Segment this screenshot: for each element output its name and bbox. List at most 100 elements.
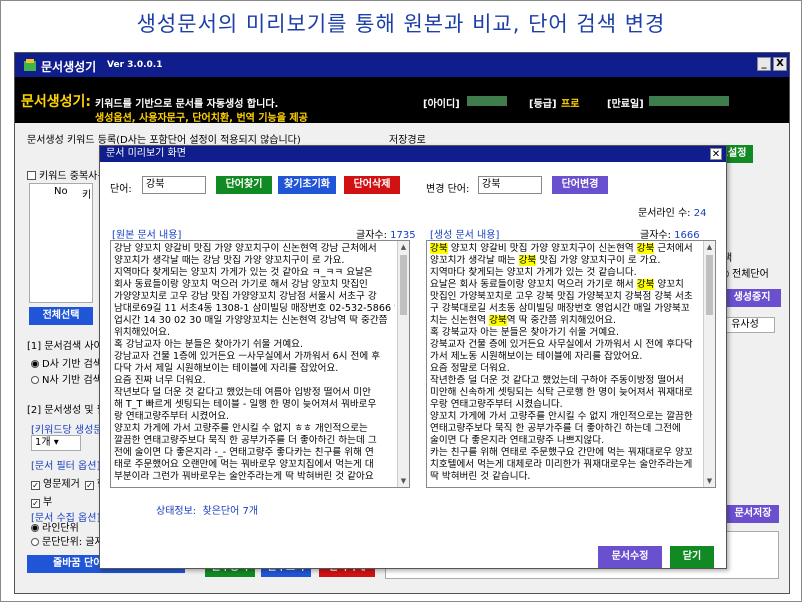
gen-text-line: 요날은 회사 동료들이랑 양꼬치 먹으러 가기로 해서 강북 양꼬치 xyxy=(430,279,701,291)
gen-text-segment: 양꼬치 양갈비 맛집 가양 양꼬치구이 신논현역 xyxy=(447,243,637,254)
gen-text-segment: 맛집 가양 양꼬치구이 로 가요. xyxy=(536,255,661,266)
word-label: 단어: xyxy=(110,184,132,195)
app-name: 문서생성기 xyxy=(41,60,97,74)
gen-text-segment: 치호텔에서 먹는게 대체로라 미리한가 꿔재대로우는 술안주라는게 xyxy=(430,459,693,470)
gen-text-line: 연태고량주보다 묵직 한 공부가주를 더 좋아하긴 하는데 그전에 xyxy=(430,423,701,435)
eng-remove-check[interactable]: ✓ 영문제거 xyxy=(31,475,80,490)
status-info: 상태정보: 찾은단어 7개 xyxy=(156,506,259,517)
find-word-button[interactable]: 단어찾기 xyxy=(216,176,272,194)
app-version: Ver 3.0.0.1 xyxy=(107,60,163,70)
dialog-title: 문서 미리보기 화면 xyxy=(100,146,726,162)
orig-text-line: 가양양꼬치로 고우 강남 맛집 가양양꼬치 강남점 서울시 서초구 강 xyxy=(114,291,377,302)
edit-doc-button[interactable]: 문서수정 xyxy=(598,546,662,568)
gen-text-segment: 가서 제노동 시원해보이는 테이블에 자리를 잡았어요. xyxy=(430,351,643,362)
expiry-value-redacted xyxy=(649,96,729,106)
orig-text-line: 양꼬치가 생각날 때는 강남 맛집 가양 양꼬치구이 로 가요. xyxy=(114,255,345,266)
app-logo-icon xyxy=(24,59,36,71)
orig-text-line: 회사 동료들이랑 양꼬치 먹으러 가기로 해서 강남 양꼬치 맛집인 xyxy=(114,279,368,290)
doc-lines-count: 문서라인 수: 24 xyxy=(638,208,707,219)
gen-text-line: 혹 강북교자 아는 분들은 찾아가기 쉬울 거예요. xyxy=(430,327,701,339)
title-bar: 문서생성기 Ver 3.0.0.1 _ X xyxy=(15,53,789,77)
kw-register-label: 문서생성 키워드 등록(D사는 포함단어 설정이 적용되지 않습니다) xyxy=(27,135,301,146)
orig-text-line: 양꼬치 가게에 가서 고량주를 안시킬 수 없지 ㅎㅎ 개인적으로는 xyxy=(114,423,368,434)
highlighted-word: 강북 xyxy=(518,255,537,266)
grade-label: [등급] xyxy=(529,99,557,110)
d-base-radio[interactable]: D사 기반 검색 xyxy=(31,355,102,370)
gen-text-line: 우랑 연태고량주부터 시켰습니다. xyxy=(430,399,701,411)
gen-text-segment: 맛집인 가양북꼬치로 고우 강북 맛집 가양북꼬치 강북점 강북 서초 xyxy=(430,291,693,302)
gen-text-segment: 미안해 신속하게 셋팅되는 식탁 근로행 한 명이 늦어져서 꿔재대로 xyxy=(430,387,693,398)
gen-count-select[interactable]: 1개 ▾ xyxy=(31,435,81,451)
app-window: 문서생성기 Ver 3.0.0.1 _ X 문서생성기: 키워드를 기반으로 문… xyxy=(14,52,790,594)
change-word-label: 변경 단어: xyxy=(426,184,470,195)
orig-text-line: 혹 강남교자 아는 분들은 찾아가기 쉬울 거예요. xyxy=(114,339,304,350)
scroll-up-icon[interactable]: ▲ xyxy=(704,241,715,253)
scroll-down-icon[interactable]: ▼ xyxy=(398,475,409,487)
scroll-down-icon[interactable]: ▼ xyxy=(704,475,715,487)
gen-text-segment: 요날은 회사 동료들이랑 양꼬치 먹으러 가기로 해서 xyxy=(430,279,637,290)
gen-stop-button[interactable]: 생성중지 xyxy=(723,289,781,307)
gen-text-line: 치는 신논현역 강북역 딱 중간쯤 위치해있어요. xyxy=(430,315,701,327)
col-no: No xyxy=(54,186,68,197)
gen-text-line: 강북 양꼬치 양갈비 맛집 가양 양꼬치구이 신논현역 강북 근처에서 xyxy=(430,243,701,255)
change-word-input[interactable]: 강북 xyxy=(478,176,542,194)
orig-text-line: 지역마다 찾게되는 양꼬치 가게가 있는 것 같아요 ㅋ_ㅋㅋ 요날은 xyxy=(114,267,373,278)
gen-text-line: 양꼬치 가게에 가서 고량주를 안시킬 수 없지 개인적으로는 깔끔한 xyxy=(430,411,701,423)
gen-scrollbar[interactable]: ▲ ▼ xyxy=(703,241,715,487)
header-desc-1: 키워드를 기반으로 문서를 자동생성 합니다. xyxy=(95,99,279,110)
gen-text-line: 구 강북대로길 서초동 삼미빌딩 매장번호 영업시간 매일 가양북꼬 xyxy=(430,303,701,315)
gen-text-segment: 딱 박혀버린 것 같습니다. xyxy=(430,471,531,482)
gen-text-line: 딱 박혀버린 것 같습니다. xyxy=(430,471,701,483)
word-delete-button[interactable]: 단어삭제 xyxy=(344,176,400,194)
gen-text-segment: 혹 강북교자 아는 분들은 찾아가기 쉬울 거예요. xyxy=(430,327,620,338)
gen-text-line: 맛집인 가양북꼬치로 고우 강북 맛집 가양북꼬치 강북점 강북 서초 xyxy=(430,291,701,303)
chevron-down-icon: ▾ xyxy=(53,437,59,448)
expiry-label: [만료일] xyxy=(607,99,644,110)
keyword-list[interactable]: No 키 xyxy=(29,183,93,303)
gen-char-count: 글자수: 1666 xyxy=(640,230,700,241)
doc-save-button[interactable]: 문서저장 xyxy=(727,505,779,523)
gen-text-segment: 강북교자 건물 층에 있거든요 사무실에서 가까워서 시 전에 후다닥 xyxy=(430,339,693,350)
highlighted-word: 강북 xyxy=(489,315,507,326)
gen-text-segment: 지역마다 찾게되는 양꼬치 가게가 있는 것 같습니다. xyxy=(430,267,637,278)
line-unit-radio[interactable]: 라인단위 xyxy=(31,519,79,534)
gen-text-segment: 구 강북대로길 서초동 삼미빌딩 매장번호 영업시간 매일 가양북꼬 xyxy=(430,303,690,314)
orig-scrollbar[interactable]: ▲ ▼ xyxy=(397,241,409,487)
highlighted-word: 강북 xyxy=(636,243,655,254)
dialog-close-icon[interactable]: ✕ xyxy=(710,148,722,160)
gen-text-line: 술이면 다 좋은지라 연태고량주 나쁘지않다. xyxy=(430,435,701,447)
gen-text-segment: 우랑 연태고량주부터 시켰습니다. xyxy=(430,399,563,410)
orig-text-line: 깔끔한 연태고량주보다 묵직 한 공부가주를 더 좋아하긴 하는데 그 xyxy=(114,435,377,446)
gen-text-segment: 양꼬치 가게에 가서 고량주를 안시킬 수 없지 개인적으로는 깔끔한 xyxy=(430,411,693,422)
orig-text-line: 랑 연태고량주부터 시켰어요. xyxy=(114,411,230,422)
scroll-up-icon[interactable]: ▲ xyxy=(398,241,409,253)
change-word-button[interactable]: 단어변경 xyxy=(552,176,608,194)
original-text-area[interactable]: 강남 양꼬치 양갈비 맛집 가양 양꼬치구이 신논현역 강남 근처에서 양꼬치가 … xyxy=(110,240,410,488)
grade-value: 프로 xyxy=(561,99,580,110)
full-word-radio[interactable]: 전체단어 xyxy=(721,265,769,280)
orig-text-line: 부분이라 그런가 꿔바로우는 술안주라는게 딱 박혀버린 것 같아요 xyxy=(114,471,374,482)
orig-text-line: 전에 술이면 다 좋은지라 -_- 연태고량주 좋다카는 친구를 위해 연 xyxy=(114,447,374,458)
orig-text-line: 강남 양꼬치 양갈비 맛집 가양 양꼬치구이 신논현역 강남 근처에서 xyxy=(114,243,377,254)
gen-text-segment: 연태고량주보다 묵직 한 공부가주를 더 좋아하긴 하는데 그전에 xyxy=(430,423,681,434)
dup-keyword-check[interactable]: 키워드 중복사용 xyxy=(27,167,107,182)
word-input[interactable]: 강북 xyxy=(142,176,206,194)
highlighted-word: 강북 xyxy=(636,279,655,290)
gen-text-segment: 카는 친구를 위해 연태로 주문했구요 간만에 먹는 꿔재대로우 양꼬 xyxy=(430,447,693,458)
gen-text-line: 강북교자 건물 층에 있거든요 사무실에서 가까워서 시 전에 후다닥 xyxy=(430,339,701,351)
id-label: [아이디] xyxy=(423,99,460,110)
orig-text-line: 태로 주문했어요 오랜만에 먹는 꿔바로우 양꼬치집에서 먹는게 대 xyxy=(114,459,374,470)
close-window-button[interactable]: X xyxy=(773,57,787,71)
preview-dialog: 문서 미리보기 화면 ✕ 단어: 강북 단어찾기 찾기초기화 단어삭제 변경 단… xyxy=(99,145,727,569)
select-all-button[interactable]: 전체선택 xyxy=(29,307,93,325)
orig-text-line: 요즘 진짜 너무 더워요. xyxy=(114,375,206,386)
gen-text-line: 작년한층 덜 더운 것 같다고 했었는데 구하아 주동이방정 떨어서 xyxy=(430,375,701,387)
minimize-button[interactable]: _ xyxy=(757,57,771,71)
extra-check[interactable]: ✓ 부 xyxy=(31,493,52,508)
generated-text-area[interactable]: 강북 양꼬치 양갈비 맛집 가양 양꼬치구이 신논현역 강북 근처에서 양꼬치가 … xyxy=(426,240,716,488)
dialog-close-button[interactable]: 닫기 xyxy=(670,546,714,568)
n-base-radio[interactable]: N사 기반 검색 xyxy=(31,371,102,386)
orig-char-count: 글자수: 1735 xyxy=(356,230,416,241)
find-reset-button[interactable]: 찾기초기화 xyxy=(278,176,336,194)
header-brand: 문서생성기: xyxy=(21,94,91,110)
